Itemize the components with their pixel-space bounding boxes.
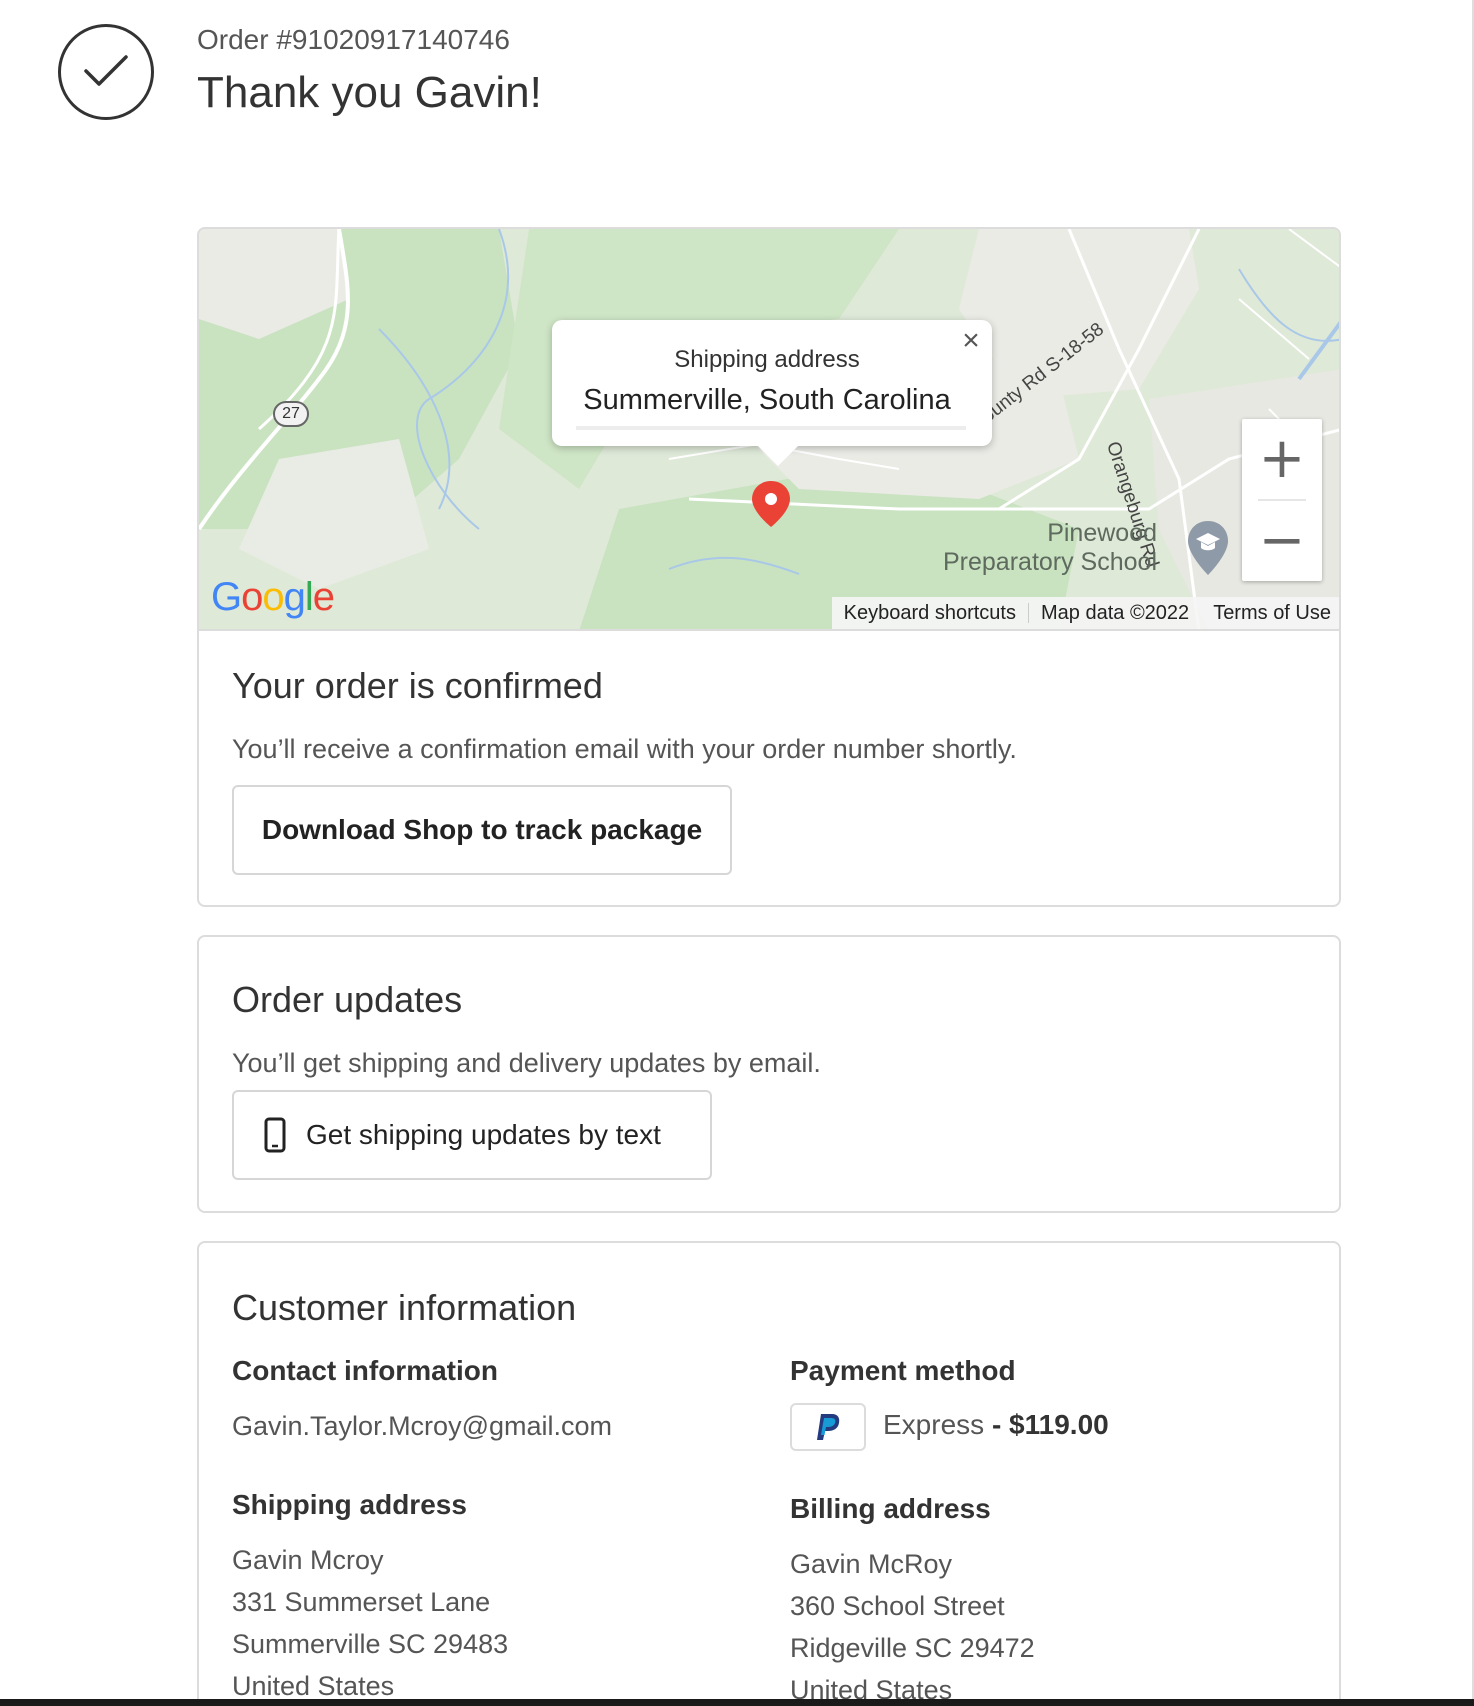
poi-label[interactable]: Pinewood Preparatory School <box>943 519 1157 577</box>
payment-heading: Payment method <box>790 1355 1016 1386</box>
map-info-popup: Shipping address Summerville, South Caro… <box>552 320 992 466</box>
popup-city: Summerville, South Carolina <box>583 384 951 416</box>
zoom-out-button[interactable]: − <box>1242 501 1322 581</box>
updates-text: You’ll get shipping and delivery updates… <box>232 1048 821 1078</box>
paypal-icon <box>790 1403 866 1451</box>
order-number: Order #91020917140746 <box>197 24 510 55</box>
popup-title: Shipping address <box>674 346 860 373</box>
map-pin-icon[interactable] <box>750 479 792 529</box>
payment-method: Express <box>883 1409 985 1440</box>
close-icon[interactable]: × <box>954 324 988 358</box>
shipping-city: Summerville SC 29483 <box>232 1629 509 1659</box>
school-icon[interactable] <box>1186 519 1230 577</box>
shipping-name: Gavin Mcroy <box>232 1545 384 1575</box>
map-data-link[interactable]: Map data ©2022 <box>1029 602 1201 625</box>
text-updates-button[interactable]: Get shipping updates by text <box>232 1090 712 1180</box>
map-footer: Keyboard shortcuts Map data ©2022 Terms … <box>831 597 1339 629</box>
popup-scrollbar <box>576 426 966 430</box>
order-updates-card: Order updates You’ll get shipping and de… <box>197 935 1341 1213</box>
shipping-street: 331 Summerset Lane <box>232 1587 491 1617</box>
billing-heading: Billing address <box>790 1493 991 1524</box>
download-shop-button[interactable]: Download Shop to track package <box>232 785 732 875</box>
phone-icon <box>264 1117 286 1153</box>
customer-info-title: Customer information <box>232 1287 577 1328</box>
google-logo[interactable]: Google <box>211 575 335 620</box>
order-confirmed-card: 27 County Rd S-18-58 Orangeburg Rd Pinew… <box>197 227 1341 907</box>
payment-text: Express - $119.00 <box>883 1409 1109 1441</box>
contact-heading: Contact information <box>232 1355 498 1386</box>
route-shield: 27 <box>273 401 309 427</box>
poi-label-line1: Pinewood <box>1047 519 1158 547</box>
map[interactable]: 27 County Rd S-18-58 Orangeburg Rd Pinew… <box>199 229 1339 631</box>
confirmed-title: Your order is confirmed <box>232 665 603 706</box>
window-bottom-edge <box>0 1699 1474 1706</box>
shipping-country: United States <box>232 1671 395 1701</box>
poi-label-line2: Preparatory School <box>943 548 1158 576</box>
keyboard-shortcuts-link[interactable]: Keyboard shortcuts <box>832 602 1028 625</box>
zoom-in-button[interactable]: + <box>1242 419 1322 499</box>
page-title: Thank you Gavin! <box>197 68 542 117</box>
billing-street: 360 School Street <box>790 1591 1005 1621</box>
payment-amount: - $119.00 <box>991 1409 1109 1440</box>
contact-email: Gavin.Taylor.Mcroy@gmail.com <box>232 1411 613 1441</box>
confirmed-text: You’ll receive a confirmation email with… <box>232 734 1017 764</box>
billing-name: Gavin McRoy <box>790 1549 953 1579</box>
customer-info-card: Customer information Contact information… <box>197 1241 1341 1706</box>
updates-title: Order updates <box>232 979 463 1020</box>
check-icon <box>58 24 154 120</box>
terms-link[interactable]: Terms of Use <box>1201 602 1339 625</box>
billing-city: Ridgeville SC 29472 <box>790 1633 1035 1663</box>
text-updates-label: Get shipping updates by text <box>306 1119 661 1150</box>
shipping-heading: Shipping address <box>232 1489 467 1520</box>
zoom-control: + − <box>1242 419 1322 581</box>
